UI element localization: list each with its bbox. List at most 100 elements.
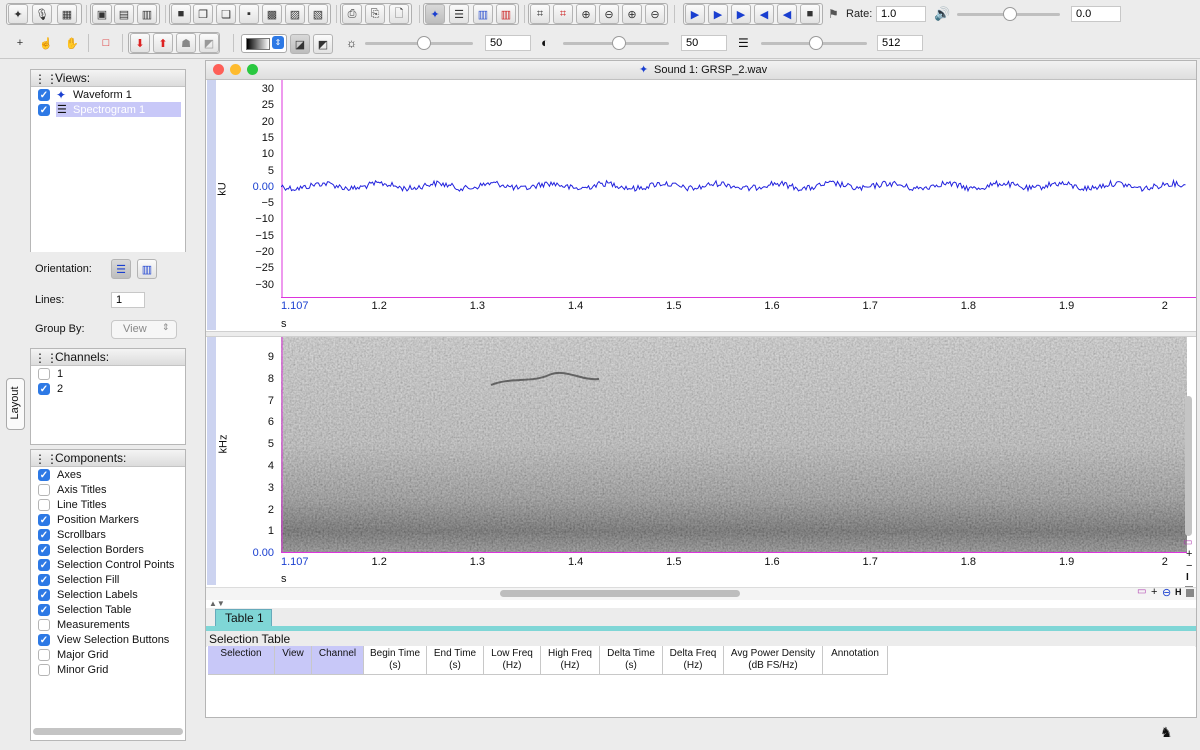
stop-icon[interactable]: ■ (800, 4, 820, 24)
print-icon[interactable]: ▤ (114, 4, 134, 24)
zoom-vertical-out-icon[interactable]: − (1186, 560, 1192, 572)
checkbox-icon[interactable]: ✓ (38, 559, 50, 571)
checkbox-icon[interactable] (38, 499, 50, 511)
zoom-in-icon[interactable]: ⊕ (576, 4, 596, 24)
selection-tool-icon[interactable]: □ (96, 33, 116, 53)
contrast-slider-knob[interactable] (612, 36, 626, 50)
spectrogram-view-icon[interactable]: ☰ (449, 4, 469, 24)
play-to-end-icon[interactable]: ▶ (731, 4, 751, 24)
spectrogram-plot[interactable] (281, 337, 1187, 553)
zoom-in-vertical-icon[interactable]: ⊕ (622, 4, 642, 24)
table-column-header[interactable]: Delta Freq (Hz) (662, 646, 724, 675)
zoom-horizontal-fit-icon[interactable]: ▭ (1137, 586, 1146, 597)
waveform-view-icon[interactable]: ✦ (425, 4, 445, 24)
resolution-slider[interactable] (761, 36, 867, 50)
layer-icon[interactable]: ▩ (262, 4, 282, 24)
table-column-header[interactable]: End Time (s) (426, 646, 484, 675)
table-column-header[interactable]: Delta Time (s) (599, 646, 663, 675)
zoom-vertical-in-icon[interactable]: + (1186, 548, 1192, 560)
brightness-slider[interactable] (365, 36, 473, 50)
play-reverse-icon[interactable]: ◀ (754, 4, 774, 24)
checkbox-icon[interactable]: ✓ (38, 514, 50, 526)
volume-slider-knob[interactable] (1003, 7, 1017, 21)
split-arrows-icon[interactable]: ▲▼ (209, 599, 225, 608)
grip-icon[interactable]: ⋮⋮ (34, 351, 58, 365)
zoom-vertical-fit-icon[interactable]: ▭ (1183, 537, 1192, 548)
checkbox-icon[interactable]: ✓ (38, 604, 50, 616)
annotate-icon[interactable]: ☗ (176, 33, 196, 53)
contrast-input[interactable] (681, 35, 727, 51)
time-scrollbar-thumb[interactable] (500, 590, 740, 597)
orientation-vertical-icon[interactable]: ▥ (137, 259, 157, 279)
checkbox-icon[interactable] (38, 619, 50, 631)
layout-side-tab[interactable]: Layout (6, 378, 25, 430)
hand-tool-icon[interactable]: ✋ (62, 33, 82, 53)
close-window-icon[interactable] (213, 64, 224, 75)
checkbox-icon[interactable]: ✓ (38, 634, 50, 646)
zoom-vertical-reset-icon[interactable]: I (1186, 572, 1189, 583)
maximize-window-icon[interactable] (247, 64, 258, 75)
zoom-out-vertical-icon[interactable]: ⊖ (645, 4, 665, 24)
checkbox-icon[interactable] (38, 484, 50, 496)
spectrum-view-icon[interactable]: ▥ (473, 4, 493, 24)
open-file-icon[interactable]: ▣ (92, 4, 112, 24)
brightness-input[interactable] (485, 35, 531, 51)
table-column-header[interactable]: Begin Time (s) (363, 646, 427, 675)
orientation-horizontal-icon[interactable]: ☰ (111, 259, 131, 279)
checkbox-icon[interactable]: ✓ (38, 469, 50, 481)
contrast-slider[interactable] (563, 36, 669, 50)
checkbox-icon[interactable] (38, 368, 50, 380)
lines-input[interactable] (111, 292, 145, 308)
crosshair-tool-icon[interactable]: + (10, 33, 30, 53)
table-column-header[interactable]: Annotation (822, 646, 888, 675)
record-icon[interactable]: 🎙 (32, 4, 52, 24)
time-scrollbar-track[interactable]: ▭ + ⊖ H (206, 586, 1196, 600)
table-column-header[interactable]: Selection (208, 646, 275, 675)
page-setup-icon[interactable]: ⎙ (342, 4, 362, 24)
marker-down-icon[interactable]: ⬇ (130, 33, 150, 53)
play-icon[interactable]: ▶ (685, 4, 705, 24)
table-column-header[interactable]: Low Freq (Hz) (483, 646, 541, 675)
stack2-icon[interactable]: ▧ (308, 4, 328, 24)
checkbox-icon[interactable] (38, 664, 50, 676)
stack-icon[interactable]: ▨ (285, 4, 305, 24)
marker-up-icon[interactable]: ⬆ (153, 33, 173, 53)
copy-icon[interactable]: ❐ (193, 4, 213, 24)
group-by-select[interactable]: View ⇕ (111, 320, 177, 339)
volume-slider[interactable] (957, 7, 1060, 21)
checkbox-icon[interactable]: ✓ (38, 544, 50, 556)
spectrogram-vertical-scrollbar[interactable] (1185, 396, 1192, 536)
zoom-horizontal-in-icon[interactable]: + (1151, 586, 1157, 598)
histogram-view-icon[interactable]: ▥ (496, 4, 516, 24)
checkbox-icon[interactable]: ✓ (38, 589, 50, 601)
checkbox-icon[interactable]: ✓ (38, 104, 50, 116)
table-icon[interactable]: ▦ (57, 4, 77, 24)
table-column-header[interactable]: Avg Power Density (dB FS/Hz) (723, 646, 823, 675)
checkbox-icon[interactable] (38, 649, 50, 661)
zoom-horizontal-box-icon[interactable] (1186, 589, 1194, 597)
volume-input[interactable] (1071, 6, 1121, 22)
rate-input[interactable] (876, 6, 926, 22)
document-icon[interactable]: 🗋 (389, 4, 409, 24)
fill-icon[interactable]: ◩ (199, 33, 219, 53)
checkbox-icon[interactable]: ✓ (38, 574, 50, 586)
cut-icon[interactable]: ■ (171, 4, 191, 24)
checkbox-icon[interactable]: ✓ (38, 529, 50, 541)
colormap-inverted-icon[interactable]: ◩ (313, 34, 333, 54)
table-column-header[interactable]: Channel (311, 646, 364, 675)
zoom-fit-icon[interactable]: ⌗ (530, 4, 550, 24)
resolution-slider-knob[interactable] (809, 36, 823, 50)
zoom-horizontal-reset-icon[interactable]: H (1175, 587, 1182, 597)
colormap-normal-icon[interactable]: ◪ (290, 34, 310, 54)
waveform-view-selector[interactable] (207, 80, 216, 330)
waveform-plot[interactable] (281, 80, 1196, 298)
components-scrollbar[interactable] (33, 728, 183, 735)
export-icon[interactable]: ▥ (137, 4, 157, 24)
minimize-window-icon[interactable] (230, 64, 241, 75)
grip-icon[interactable]: ⋮⋮ (34, 72, 58, 86)
spectrogram-view-selector[interactable] (207, 337, 216, 585)
save-icon[interactable]: ▪ (239, 4, 259, 24)
checkbox-icon[interactable]: ✓ (38, 89, 50, 101)
paste-icon[interactable]: ❏ (216, 4, 236, 24)
zoom-selection-icon[interactable]: ⌗ (553, 4, 573, 24)
